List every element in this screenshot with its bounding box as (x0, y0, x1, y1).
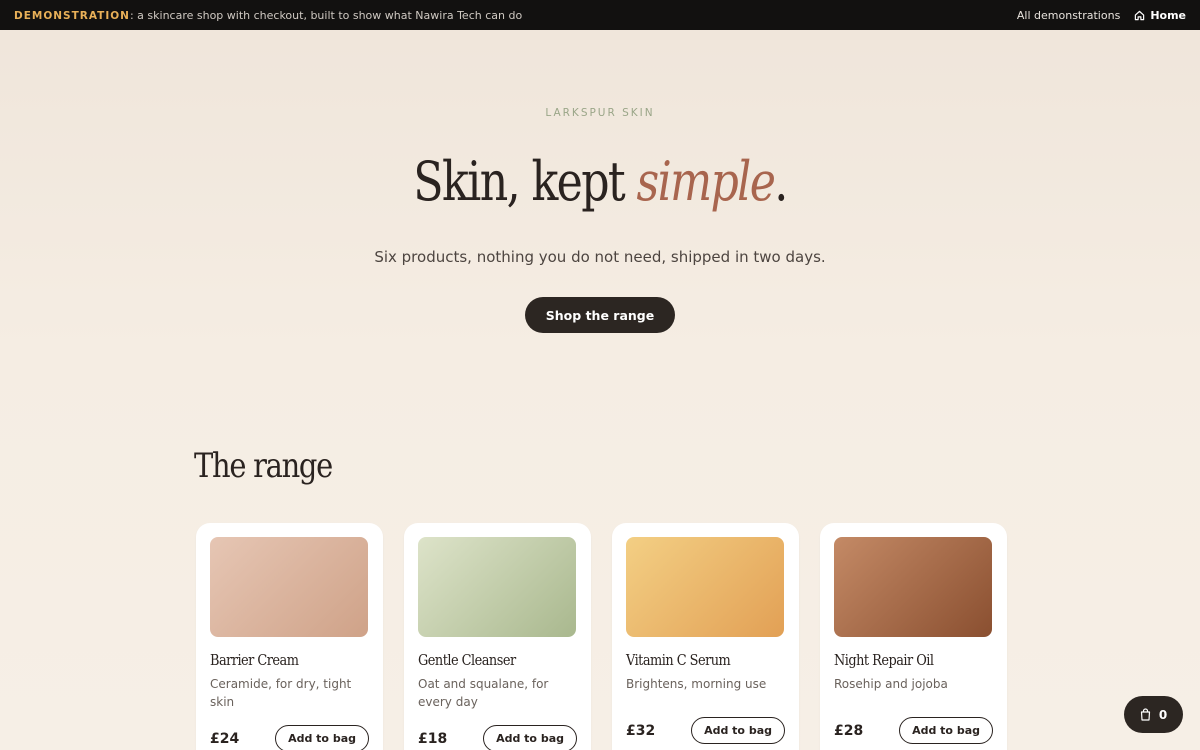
shopping-bag-button[interactable]: 0 (1124, 696, 1183, 733)
product-description: Ceramide, for dry, tight skin (210, 677, 352, 709)
shopping-bag-icon (1140, 708, 1150, 721)
brand-name: LARKSPUR SKIN (545, 107, 655, 119)
product-name: Night Repair Oil (834, 651, 934, 669)
product-image (834, 537, 992, 637)
product-image (626, 537, 784, 637)
product-grid: Barrier Cream Ceramide, for dry, tight s… (196, 523, 1007, 750)
product-description: Oat and squalane, for every day (418, 677, 549, 709)
demo-banner: DEMONSTRATION: a skincare shop with chec… (0, 0, 1200, 30)
add-to-bag-button[interactable]: Add to bag (483, 725, 577, 750)
add-to-bag-button[interactable]: Add to bag (275, 725, 369, 750)
add-to-bag-button[interactable]: Add to bag (691, 717, 785, 744)
product-card-gentle-cleanser[interactable]: Gentle Cleanser Oat and squalane, for ev… (404, 523, 591, 750)
product-price: £28 (834, 722, 864, 739)
product-footer: £18 Add to bag (418, 725, 577, 750)
home-link[interactable]: Home (1134, 9, 1186, 22)
product-card-vitamin-c-serum[interactable]: Vitamin C Serum Brightens, morning use £… (612, 523, 799, 750)
hero-title: Skin, kept simple. (108, 150, 1092, 213)
product-price: £32 (626, 722, 656, 739)
product-image (418, 537, 576, 637)
add-to-bag-button[interactable]: Add to bag (899, 717, 993, 744)
hero-subtitle: Six products, nothing you do not need, s… (374, 248, 826, 266)
product-footer: £28 Add to bag (834, 717, 993, 744)
product-price: £24 (210, 730, 240, 747)
hero-title-start: Skin, kept (413, 150, 637, 213)
shop-the-range-button[interactable]: Shop the range (525, 297, 675, 333)
product-card-barrier-cream[interactable]: Barrier Cream Ceramide, for dry, tight s… (196, 523, 383, 750)
demo-banner-text: DEMONSTRATION: a skincare shop with chec… (14, 9, 522, 22)
range-heading: The range (194, 446, 333, 486)
home-label: Home (1150, 8, 1186, 22)
all-demonstrations-link[interactable]: All demonstrations (1017, 9, 1120, 22)
product-description: Brightens, morning use (626, 677, 767, 691)
product-footer: £24 Add to bag (210, 725, 369, 750)
product-name: Gentle Cleanser (418, 651, 516, 669)
bag-count: 0 (1158, 707, 1168, 722)
home-icon (1135, 10, 1145, 20)
demo-description: : a skincare shop with checkout, built t… (129, 8, 523, 22)
product-card-night-repair-oil[interactable]: Night Repair Oil Rosehip and jojoba £28 … (820, 523, 1007, 750)
hero-title-end: . (774, 150, 788, 213)
product-name: Vitamin C Serum (626, 651, 731, 669)
demo-tag: DEMONSTRATION (14, 9, 130, 22)
product-name: Barrier Cream (210, 651, 299, 669)
product-description: Rosehip and jojoba (834, 677, 948, 691)
product-image (210, 537, 368, 637)
hero-title-accent: simple (636, 150, 776, 213)
product-price: £18 (418, 730, 448, 747)
demo-banner-links: All demonstrations Home (1017, 9, 1186, 22)
product-footer: £32 Add to bag (626, 717, 785, 744)
